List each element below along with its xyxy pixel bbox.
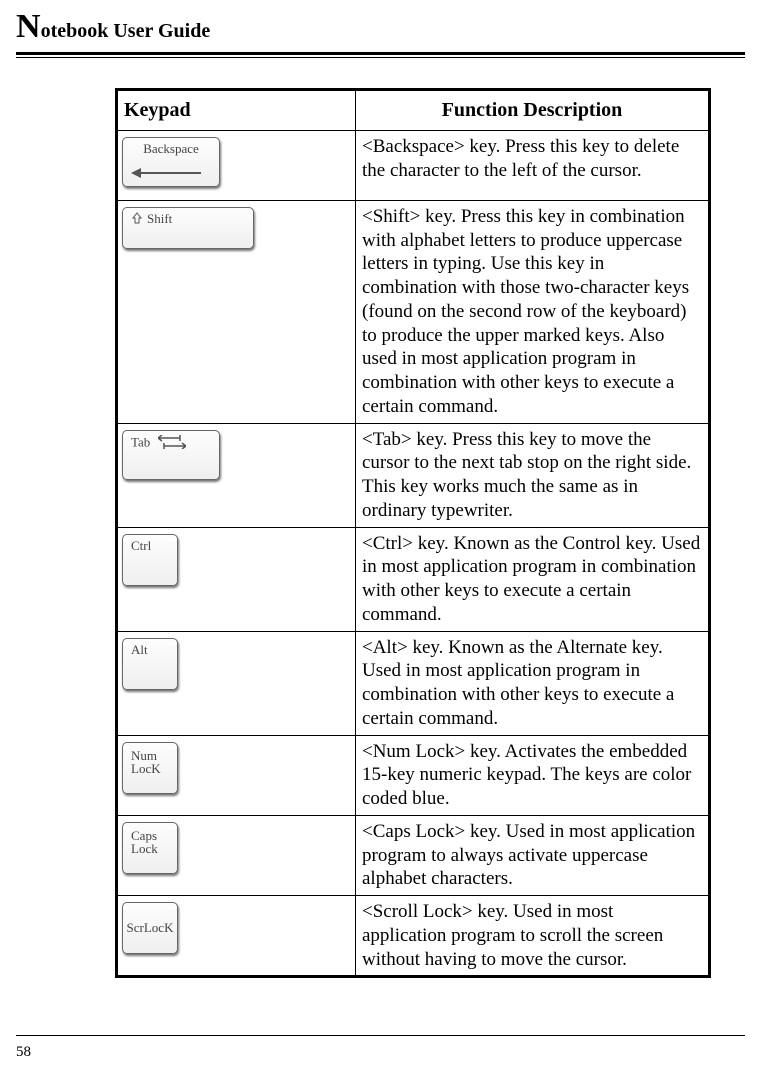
title-initial: N bbox=[16, 8, 41, 45]
keycap-label: Alt bbox=[131, 643, 148, 657]
desc-cell: <Backspace> key. Press this key to delet… bbox=[356, 131, 710, 201]
footer-rule bbox=[16, 1035, 745, 1037]
desc-cell: <Ctrl> key. Known as the Control key. Us… bbox=[356, 527, 710, 631]
keypad-table: Keypad Function Description Backspace <B… bbox=[115, 88, 711, 978]
scrlock-key-icon: ScrLocK bbox=[122, 902, 178, 954]
keycap-label: ScrLocK bbox=[127, 921, 174, 935]
desc-cell: <Shift> key. Press this key in combinati… bbox=[356, 200, 710, 423]
table-row: Ctrl <Ctrl> key. Known as the Control ke… bbox=[117, 527, 710, 631]
desc-cell: <Scroll Lock> key. Used in most applicat… bbox=[356, 896, 710, 977]
desc-cell: <Caps Lock> key. Used in most applicatio… bbox=[356, 815, 710, 895]
numlock-key-icon: Num LocK bbox=[122, 742, 178, 794]
title-rest: otebook User Guide bbox=[41, 20, 211, 42]
tab-arrows-icon bbox=[158, 435, 186, 452]
desc-cell: <Tab> key. Press this key to move the cu… bbox=[356, 423, 710, 527]
tab-key-icon: Tab bbox=[122, 430, 220, 480]
page-header: Notebook User Guide bbox=[0, 0, 761, 50]
desc-cell: <Num Lock> key. Activates the embedded 1… bbox=[356, 735, 710, 815]
table-row: Caps Lock <Caps Lock> key. Used in most … bbox=[117, 815, 710, 895]
shift-arrow-icon bbox=[131, 212, 143, 227]
table-row: Shift <Shift> key. Press this key in com… bbox=[117, 200, 710, 423]
page-footer: 58 bbox=[16, 1035, 745, 1062]
keycap-label: Num LocK bbox=[131, 749, 161, 776]
backspace-key-icon: Backspace bbox=[122, 137, 220, 187]
keycap-label: Tab bbox=[131, 435, 186, 452]
keycap-label: Backspace bbox=[143, 142, 199, 156]
desc-cell: <Alt> key. Known as the Alternate key. U… bbox=[356, 631, 710, 735]
page-title: Notebook User Guide bbox=[16, 8, 745, 46]
header-rule-thick bbox=[16, 52, 745, 55]
table-row: Num LocK <Num Lock> key. Activates the e… bbox=[117, 735, 710, 815]
table-row: ScrLocK <Scroll Lock> key. Used in most … bbox=[117, 896, 710, 977]
keycap-label: Shift bbox=[131, 212, 172, 227]
shift-key-icon: Shift bbox=[122, 207, 254, 249]
header-rule-thin bbox=[16, 57, 745, 58]
page-number: 58 bbox=[16, 1044, 745, 1061]
table-header-keypad: Keypad bbox=[117, 90, 356, 131]
table-header-desc: Function Description bbox=[356, 90, 710, 131]
table-row: Alt <Alt> key. Known as the Alternate ke… bbox=[117, 631, 710, 735]
arrow-left-icon bbox=[133, 172, 201, 174]
alt-key-icon: Alt bbox=[122, 638, 178, 690]
table-row: Tab bbox=[117, 423, 710, 527]
capslock-key-icon: Caps Lock bbox=[122, 822, 178, 874]
table-row: Backspace <Backspace> key. Press this ke… bbox=[117, 131, 710, 201]
keycap-label: Ctrl bbox=[131, 539, 151, 553]
keycap-label: Caps Lock bbox=[131, 829, 158, 856]
content-area: Keypad Function Description Backspace <B… bbox=[115, 88, 711, 978]
ctrl-key-icon: Ctrl bbox=[122, 534, 178, 586]
